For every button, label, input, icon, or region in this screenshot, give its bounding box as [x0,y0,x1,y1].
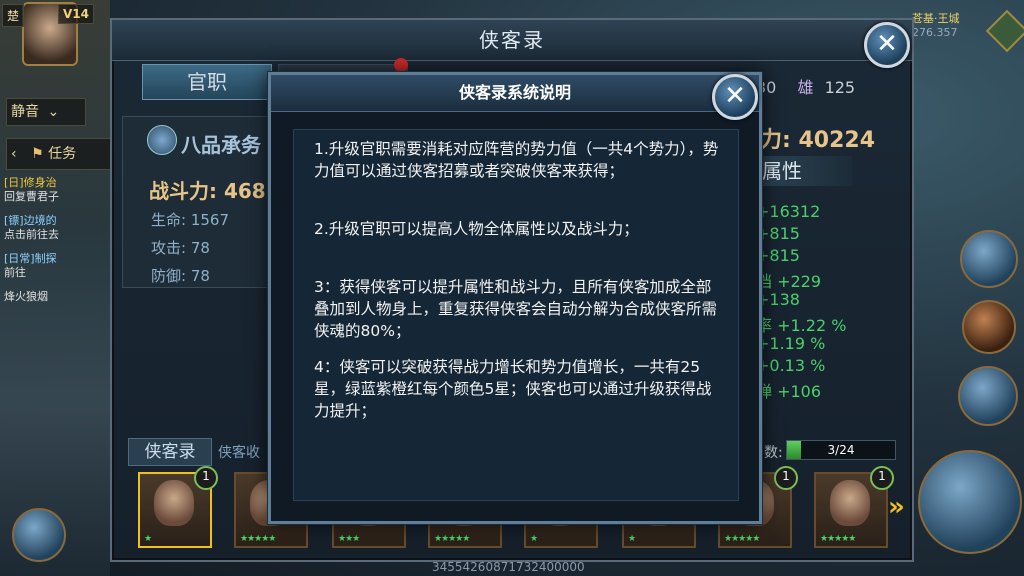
exp-readout: 34554260871732400000 [432,560,585,574]
quest-tag: [日常]制探 [4,252,57,265]
hero-stars: ★★★★★ [820,534,856,544]
tab-notification-dot [394,58,408,72]
quest-item[interactable]: [日常]制探 前往 [4,252,108,280]
rule-paragraph-4: 4：侠客可以突破获得战力增长和势力值增长，一共有25星，绿蓝紫橙红每个颜色5星；… [314,358,712,420]
collection-progress-bar: 3/24 [786,440,896,460]
hero-stars: ★ [628,534,636,544]
collection-count-label: 数: [764,445,783,461]
quest-line: 烽火狼烟 [4,290,48,303]
hero-level-badge: 1 [870,466,894,490]
bonus-item: 率 +1.22 % [756,316,847,335]
rank-info-box: 八品承务 战斗力: 468 生命: 1567 攻击: 78 防御: 78 [122,116,274,288]
mute-label: 静音 [11,104,39,120]
hero-stars: ★ [530,534,538,544]
tab-official-rank[interactable]: 官职 [142,64,272,100]
rule-paragraph-2: 2.升级官职可以提高人物全体属性以及战斗力； [314,220,639,238]
hero-stars: ★★★★★ [724,534,760,544]
double-chevron-right-icon[interactable]: » [888,492,905,522]
combat-power: 战斗力: 468 [149,179,266,203]
footer-tab[interactable]: 侠客录 [128,438,212,466]
hero-portrait [830,480,870,526]
bonus-item: +138 [756,290,800,309]
server-name: 苍基·王城 [912,12,960,25]
quest-item[interactable]: 烽火狼烟 [4,290,108,304]
side-feature-button[interactable] [958,366,1018,426]
rule-paragraph-3: 3：获得侠客可以提升属性和战斗力，且所有侠客加成全部叠加到人物身上，重复获得侠客… [314,278,718,340]
quest-item[interactable]: [日]修身治 回复曹君子 [4,176,108,204]
total-power: 力: 40224 [760,128,875,153]
quest-line: 回复曹君子 [4,190,59,203]
panel-title: 侠客录 [112,20,912,61]
faction-icon: 雄 [797,78,814,97]
info-dialog: 侠客录系统说明 1.升级官职需要消耗对应阵营的势力值（一共4个势力），势力值可以… [268,72,762,524]
quest-line: 前往 [4,266,26,279]
hero-level-badge: 1 [774,466,798,490]
rank-emblem-icon [147,125,177,155]
side-feature-button[interactable] [960,230,1018,288]
rule-paragraph-1: 1.升级官职需要消耗对应阵营的势力值（一共4个势力），势力值可以通过侠客招募或者… [314,140,719,180]
chevron-down-icon: ⌄ [47,104,60,120]
rank-name: 八品承务 [181,133,261,157]
bonus-item: +1.19 % [756,334,826,353]
progress-text: 3/24 [827,443,855,457]
counter-c: 125 [824,78,856,97]
stat-defense: 防御: 78 [151,267,210,285]
hero-card[interactable]: ★★★★★ 1 [814,466,894,548]
vip-badge: V14 [58,4,94,24]
faction-counter: 30 雄 125 [756,74,855,98]
mute-dropdown[interactable]: 静音 ⌄ [6,98,86,126]
hero-stars: ★★★★★ [240,534,276,544]
skill-wheel-button[interactable] [918,450,1022,554]
panel-close-button[interactable]: ✕ [864,22,910,68]
quest-tag: [日]修身治 [4,176,57,189]
dialog-body: 1.升级官职需要消耗对应阵营的势力值（一共4个势力），势力值可以通过侠客招募或者… [293,129,739,501]
server-info: 苍基·王城 276.357 [912,12,960,40]
stat-attack: 攻击: 78 [151,239,210,257]
task-tab[interactable]: ‹ ⚑ 任务 [6,138,116,170]
bonus-item: +815 [756,224,800,243]
faction-label: 楚 [2,4,25,27]
bonus-item: 挡 +229 [756,272,822,291]
bonus-item: 弹 +106 [756,382,822,401]
close-icon: ✕ [876,29,898,59]
stat-hp: 生命: 1567 [151,211,229,229]
quest-line: 点击前往去 [4,228,59,241]
bonus-item: +815 [756,246,800,265]
hero-portrait [154,480,194,526]
footer-subtitle: 侠客收 [218,445,260,461]
dialog-close-button[interactable]: ✕ [712,74,758,120]
close-icon: ✕ [724,81,746,111]
bonus-item: +16312 [756,202,821,221]
dialog-title: 侠客录系统说明 [271,75,759,112]
task-label: 任务 [48,146,77,162]
hero-stars: ★★★ [338,534,360,544]
quest-list: [日]修身治 回复曹君子 [镖]边境的 点击前往去 [日常]制探 前往 烽火狼烟 [4,176,108,304]
hero-stars: ★★★★★ [434,534,470,544]
quest-tag: [镖]边境的 [4,214,57,227]
hero-stars: ★ [144,534,152,544]
bonus-item: +0.13 % [756,356,826,375]
side-feature-button[interactable] [962,300,1016,354]
mount-button[interactable] [12,508,66,562]
chevron-left-icon: ‹ [11,146,17,162]
quest-item[interactable]: [镖]边境的 点击前往去 [4,214,108,242]
hero-card[interactable]: ★ 1 [138,466,218,548]
hero-level-badge: 1 [194,466,218,490]
server-coords: 276.357 [912,26,958,39]
bonus-list: +16312 +815 +815 挡 +229 +138 率 +1.22 % +… [756,202,906,401]
flag-icon: ⚑ [31,146,44,162]
